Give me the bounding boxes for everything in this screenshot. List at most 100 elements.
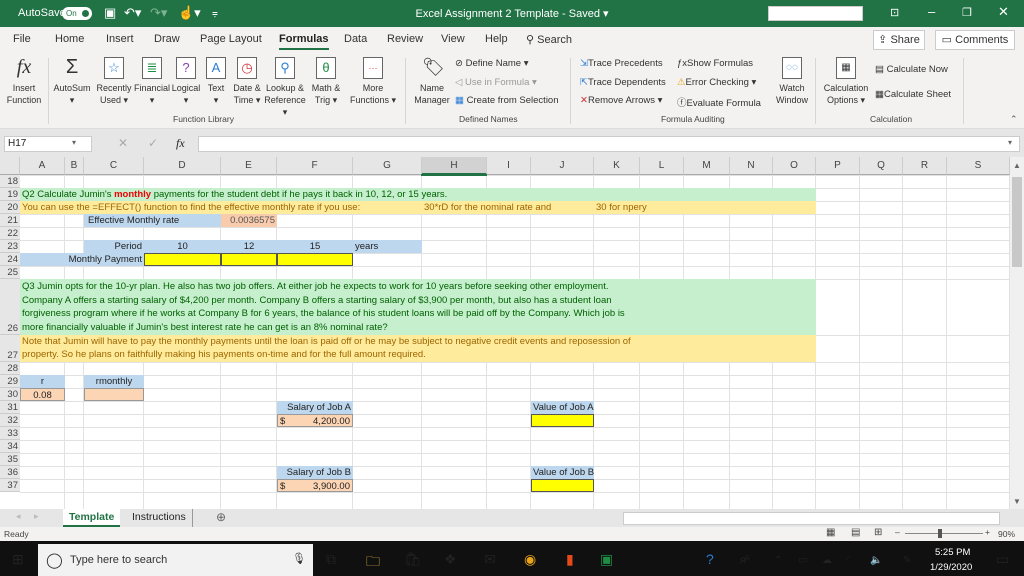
cancel-icon[interactable]: ✕ [118, 136, 128, 150]
insert-function-icon[interactable]: fx [176, 136, 185, 151]
row-header[interactable]: 18 [0, 175, 20, 188]
column-header[interactable]: N [730, 157, 773, 175]
page-layout-view-icon[interactable]: ▤ [851, 527, 860, 538]
value-b-input[interactable] [531, 479, 594, 492]
row-header[interactable]: 32 [0, 414, 20, 427]
scroll-up-icon[interactable]: ▲ [1013, 161, 1021, 170]
show-formulas-button[interactable]: ƒxShow Formulas [677, 58, 753, 69]
notifications-icon[interactable]: ▭ [996, 551, 1009, 568]
row-header[interactable]: 33 [0, 427, 20, 440]
text-button[interactable]: A Text ▾ [202, 57, 230, 106]
share-button[interactable]: ⇪ Share [873, 30, 925, 50]
lookup-reference-button[interactable]: ⚲ Lookup & Reference ▾ [262, 57, 308, 118]
watch-window-button[interactable]: ◌◌ Watch Window [772, 57, 812, 106]
next-sheet-icon[interactable]: ▸ [34, 511, 39, 522]
name-box[interactable]: H17 [4, 136, 92, 152]
row-header[interactable]: 34 [0, 440, 20, 453]
tab-page-layout[interactable]: Page Layout [200, 33, 262, 45]
tab-file[interactable]: File [13, 33, 31, 45]
collapse-ribbon-icon[interactable]: ⌃ [1010, 114, 1018, 125]
monthly-payment-input-2[interactable] [277, 253, 353, 266]
expand-formula-bar-icon[interactable]: ▾ [1008, 138, 1012, 147]
office-icon[interactable]: ▮ [566, 551, 574, 568]
column-header[interactable]: Q [860, 157, 903, 175]
volume-icon[interactable]: 🔈 [870, 555, 882, 566]
row-header[interactable]: 28 [0, 362, 20, 375]
window-title[interactable]: Excel Assignment 2 Template - Saved ▾ [0, 7, 1024, 20]
row-header[interactable]: 36 [0, 466, 20, 479]
recently-used-button[interactable]: ☆ Recently Used ▾ [94, 57, 134, 106]
onedrive-icon[interactable]: ☁ [822, 555, 832, 566]
scroll-down-icon[interactable]: ▼ [1013, 497, 1021, 506]
evaluate-formula-button[interactable]: ⓕEvaluate Formula [677, 95, 761, 109]
zoom-slider-thumb[interactable] [937, 529, 942, 538]
tab-review[interactable]: Review [387, 33, 423, 45]
insert-function-button[interactable]: fx Insert Function [2, 57, 46, 106]
zoom-out-button[interactable]: – [895, 527, 900, 537]
row-header[interactable]: 23 [0, 240, 20, 253]
column-header[interactable]: I [487, 157, 531, 175]
scroll-thumb[interactable] [1012, 177, 1022, 267]
show-hidden-icons[interactable]: ⌃ [774, 555, 782, 566]
sheet-tab-instructions[interactable]: Instructions [126, 509, 193, 527]
title-bar-field[interactable] [768, 6, 863, 21]
autosum-button[interactable]: Σ AutoSum ▾ [50, 57, 94, 106]
monthly-payment-input-1[interactable] [221, 253, 277, 266]
row-header[interactable]: 27 [0, 335, 20, 362]
close-icon[interactable]: ✕ [998, 4, 1009, 20]
column-header[interactable]: M [684, 157, 730, 175]
tab-formulas[interactable]: Formulas [279, 33, 329, 50]
monthly-payment-input-0[interactable] [144, 253, 221, 266]
zoom-level[interactable]: 90% [998, 529, 1015, 539]
column-header[interactable]: C [84, 157, 144, 175]
battery-icon[interactable]: ▭ [798, 555, 807, 566]
error-checking-button[interactable]: ⚠Error Checking ▾ [677, 77, 756, 88]
minimize-icon[interactable]: – [928, 4, 935, 19]
microphone-icon[interactable]: 🎙 [292, 552, 306, 565]
row-header[interactable]: 29 [0, 375, 20, 388]
column-header[interactable]: B [65, 157, 84, 175]
column-header[interactable]: E [221, 157, 277, 175]
row-header[interactable]: 24 [0, 253, 20, 266]
worksheet-grid[interactable]: A B C D E F G H I J K L M N O P Q R S 18 19 20 21 22 23 24 25 26 27 2… [0, 157, 1010, 509]
financial-button[interactable]: ≣ Financial ▾ [132, 57, 172, 106]
row-header[interactable]: 19 [0, 188, 20, 201]
row-header[interactable]: 30 [0, 388, 20, 401]
people-icon[interactable]: ᴙᴿ [740, 555, 750, 566]
calculation-options-button[interactable]: ▦ Calculation Options ▾ [820, 57, 872, 106]
windows-start-icon[interactable]: ⊞ [12, 551, 24, 568]
clock-time[interactable]: 5:25 PM [935, 547, 970, 558]
pen-icon[interactable]: ✎ [903, 555, 911, 566]
help-icon[interactable]: ? [706, 551, 714, 567]
clock-date[interactable]: 1/29/2020 [930, 562, 972, 573]
formula-input[interactable] [198, 136, 1020, 152]
chrome-icon[interactable]: ◉ [524, 551, 536, 568]
mail-icon[interactable]: ✉ [484, 551, 496, 568]
normal-view-icon[interactable]: ▦ [826, 527, 835, 538]
rmonthly-value[interactable] [84, 388, 144, 401]
file-explorer-icon[interactable]: 🗀 [366, 551, 380, 575]
define-name-button[interactable]: ⊘ Define Name ▾ [455, 58, 528, 69]
comments-button[interactable]: ▭ Comments [935, 30, 1015, 50]
zoom-in-button[interactable]: + [985, 527, 990, 537]
row-header[interactable]: 37 [0, 479, 20, 492]
zoom-slider[interactable] [905, 533, 983, 534]
row-header[interactable]: 31 [0, 401, 20, 414]
excel-icon[interactable]: ▣ [600, 551, 613, 568]
column-header[interactable]: F [277, 157, 353, 175]
add-sheet-icon[interactable]: ⊕ [216, 510, 226, 524]
trace-dependents-button[interactable]: ⇱Trace Dependents [580, 77, 666, 88]
ribbon-display-icon[interactable]: ⊡ [890, 6, 899, 19]
calculate-sheet-button[interactable]: ▦Calculate Sheet [875, 89, 951, 100]
logical-button[interactable]: ? Logical ▾ [170, 57, 202, 106]
row-header[interactable]: 22 [0, 227, 20, 240]
more-functions-button[interactable]: ··· More Functions ▾ [346, 57, 400, 106]
page-break-view-icon[interactable]: ⊞ [874, 527, 882, 538]
tab-home[interactable]: Home [55, 33, 84, 45]
column-header[interactable]: L [640, 157, 684, 175]
column-header[interactable]: J [531, 157, 594, 175]
tab-help[interactable]: Help [485, 33, 508, 45]
task-view-icon[interactable]: ⧉ [326, 551, 336, 568]
trace-precedents-button[interactable]: ⇲Trace Precedents [580, 58, 663, 69]
dropbox-icon[interactable]: ❖ [444, 551, 457, 568]
